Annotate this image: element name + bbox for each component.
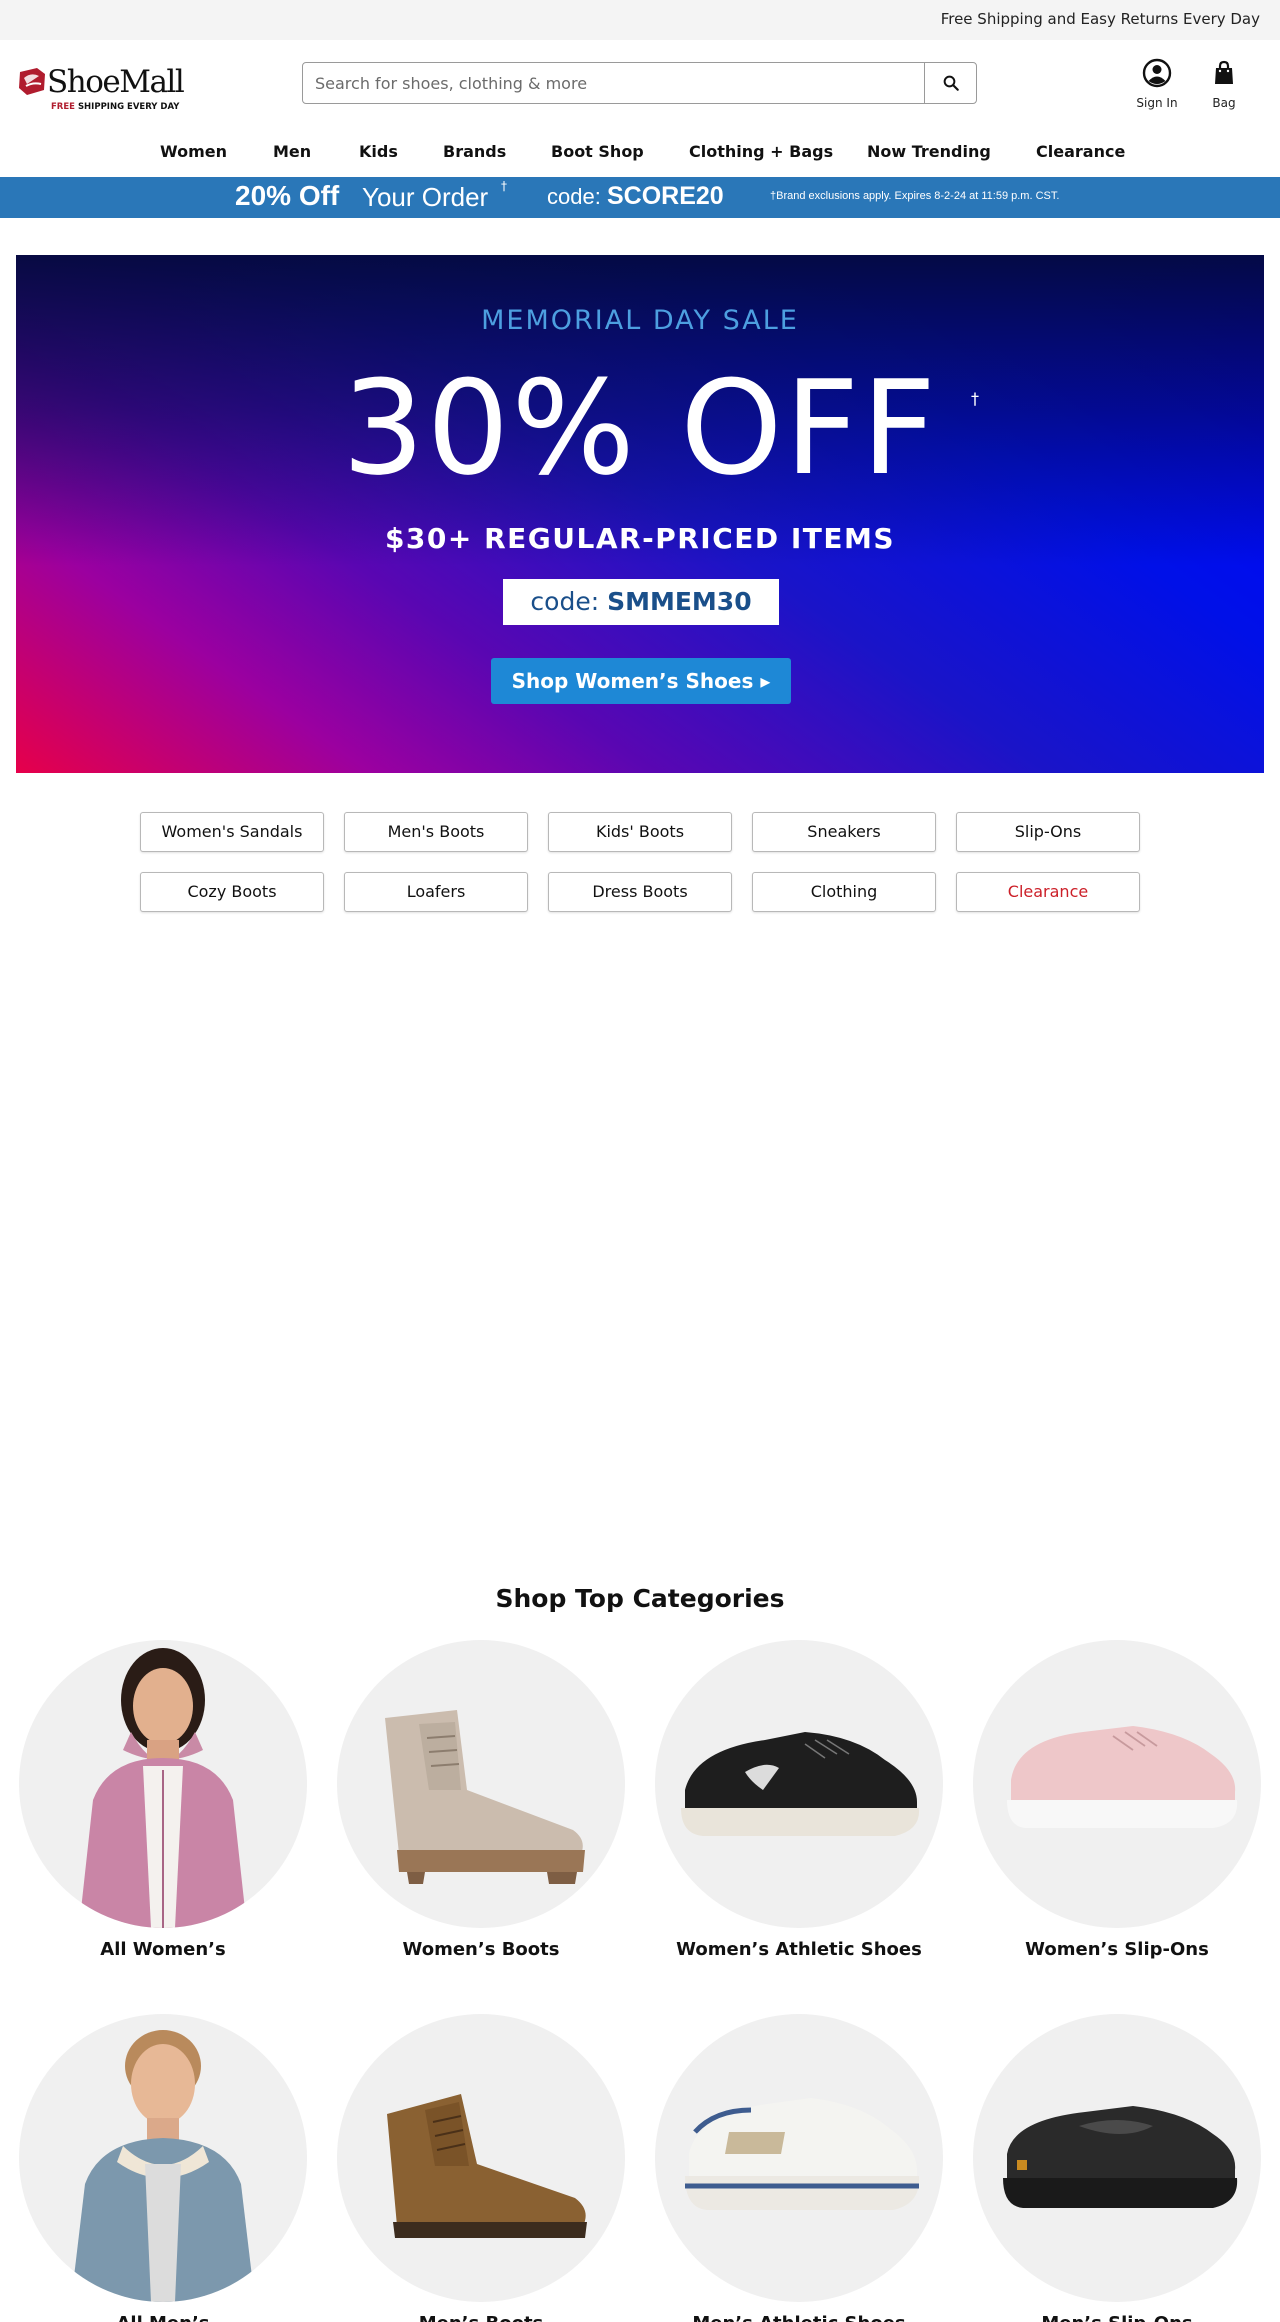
nav-item-men[interactable]: Men (273, 142, 311, 161)
quick-link-sneakers[interactable]: Sneakers (752, 812, 936, 852)
man-denim-jacket-image (71, 2030, 255, 2302)
category-label: Men’s Athletic Shoes (654, 2313, 944, 2322)
mens-boot-image (387, 2094, 587, 2238)
search-box (302, 62, 977, 104)
hero-banner[interactable]: MEMORIAL DAY SALE 30% OFF † $30+ REGULAR… (16, 255, 1264, 773)
nav-item-clothing-bags[interactable]: Clothing + Bags (689, 142, 833, 161)
nav-item-women[interactable]: Women (160, 142, 227, 161)
quick-link-mens-boots[interactable]: Men's Boots (344, 812, 528, 852)
womens-athletic-shoe-image (681, 1732, 920, 1836)
category-label: Men’s Slip-Ons (972, 2313, 1262, 2322)
promo-text: Your Order (362, 182, 489, 212)
promo-banner[interactable]: 20% Off Your Order † code: SCORE20 †Bran… (0, 177, 1280, 218)
logo-tagline-rest: SHIPPING EVERY DAY (77, 102, 180, 112)
category-womens-slip-ons[interactable]: Women’s Slip-Ons (972, 1640, 1262, 1960)
quick-link-clothing[interactable]: Clothing (752, 872, 936, 912)
womens-slip-on-image (1007, 1726, 1238, 1828)
category-label: All Women’s (100, 1939, 226, 1960)
nav-item-now-trending[interactable]: Now Trending (867, 142, 991, 161)
search-icon (943, 75, 959, 91)
logo-tagline-free: FREE (51, 102, 75, 112)
category-label: All Men’s (18, 2313, 308, 2322)
hero-code-label: code: (530, 587, 600, 616)
category-image (19, 1640, 307, 1928)
promo-disclaimer: †Brand exclusions apply. Expires 8-2-24 … (770, 190, 1060, 202)
section-title-top-categories: Shop Top Categories (495, 1584, 785, 1613)
category-womens-boots[interactable]: Women’s Boots (336, 1640, 626, 1960)
womens-boot-image (385, 1710, 585, 1884)
shopping-bag-icon (1215, 60, 1233, 84)
mens-slip-on-image (1003, 2106, 1238, 2208)
hero-code: SMMEM30 (607, 587, 752, 616)
category-label: Women’s Slip-Ons (1025, 1939, 1209, 1960)
category-label: Women’s Athletic Shoes (676, 1939, 922, 1960)
category-image (655, 1640, 943, 1928)
quick-link-loafers[interactable]: Loafers (344, 872, 528, 912)
category-image (973, 1640, 1261, 1928)
promo-dagger: † (501, 179, 507, 193)
shop-womens-shoes-button[interactable]: Shop Women’s Shoes ▸ (491, 658, 791, 704)
main-navigation: Women Men Kids Brands Boot Shop Clothing… (0, 134, 1280, 174)
category-label: Men’s Boots (336, 2313, 626, 2322)
category-all-mens[interactable]: All Men’s (18, 2014, 308, 2322)
quick-link-clearance[interactable]: Clearance (956, 872, 1140, 912)
category-mens-athletic-shoes[interactable]: Men’s Athletic Shoes (654, 2014, 944, 2322)
hero-dagger: † (971, 389, 979, 408)
category-all-womens[interactable]: All Women’s (18, 1640, 308, 1960)
category-label: Women’s Boots (402, 1939, 560, 1960)
hero-headline: 30% OFF (341, 352, 939, 504)
quick-link-cozy-boots[interactable]: Cozy Boots (140, 872, 324, 912)
promo-code-label: code: (547, 184, 601, 209)
sign-in-label: Sign In (1136, 96, 1178, 110)
hero-eyebrow: MEMORIAL DAY SALE (481, 305, 799, 336)
hero-code-box: code: SMMEM30 (503, 579, 779, 625)
quick-link-kids-boots[interactable]: Kids' Boots (548, 812, 732, 852)
nav-item-kids[interactable]: Kids (359, 142, 398, 161)
category-image (973, 2014, 1261, 2302)
bag-label: Bag (1212, 96, 1236, 110)
shipping-message: Free Shipping and Easy Returns Every Day (940, 10, 1260, 28)
logo-wordmark: ShoeMall (47, 64, 185, 100)
category-mens-slip-ons[interactable]: Men’s Slip-Ons (972, 2014, 1262, 2322)
category-image (337, 1640, 625, 1928)
quick-link-womens-sandals[interactable]: Women's Sandals (140, 812, 324, 852)
search-input[interactable] (303, 63, 925, 103)
logo-mark-icon (19, 68, 45, 95)
woman-jacket-image (79, 1648, 247, 1928)
hero-subhead: $30+ REGULAR-PRICED ITEMS (384, 522, 896, 555)
nav-item-clearance[interactable]: Clearance (1036, 142, 1125, 161)
utility-bar: Free Shipping and Easy Returns Every Day (0, 0, 1280, 40)
nav-item-boot-shop[interactable]: Boot Shop (551, 142, 644, 161)
category-mens-boots[interactable]: Men’s Boots (336, 2014, 626, 2322)
quick-link-dress-boots[interactable]: Dress Boots (548, 872, 732, 912)
category-womens-athletic-shoes[interactable]: Women’s Athletic Shoes (654, 1640, 944, 1960)
search-button[interactable] (924, 63, 976, 103)
category-image (655, 2014, 943, 2302)
logo-tagline: FREE SHIPPING EVERY DAY (51, 102, 179, 112)
category-image (337, 2014, 625, 2302)
bag-link[interactable]: Bag (1194, 58, 1254, 110)
nav-item-brands[interactable]: Brands (443, 142, 506, 161)
user-circle-icon (1142, 58, 1172, 88)
sign-in-link[interactable]: Sign In (1127, 58, 1187, 110)
shoemall-logo[interactable]: ShoeMall FREE SHIPPING EVERY DAY (17, 64, 187, 112)
mens-athletic-shoe-image (685, 2098, 920, 2210)
promo-discount: 20% Off (235, 180, 340, 211)
promo-code: SCORE20 (607, 182, 724, 210)
quick-link-slip-ons[interactable]: Slip-Ons (956, 812, 1140, 852)
category-image (19, 2014, 307, 2302)
